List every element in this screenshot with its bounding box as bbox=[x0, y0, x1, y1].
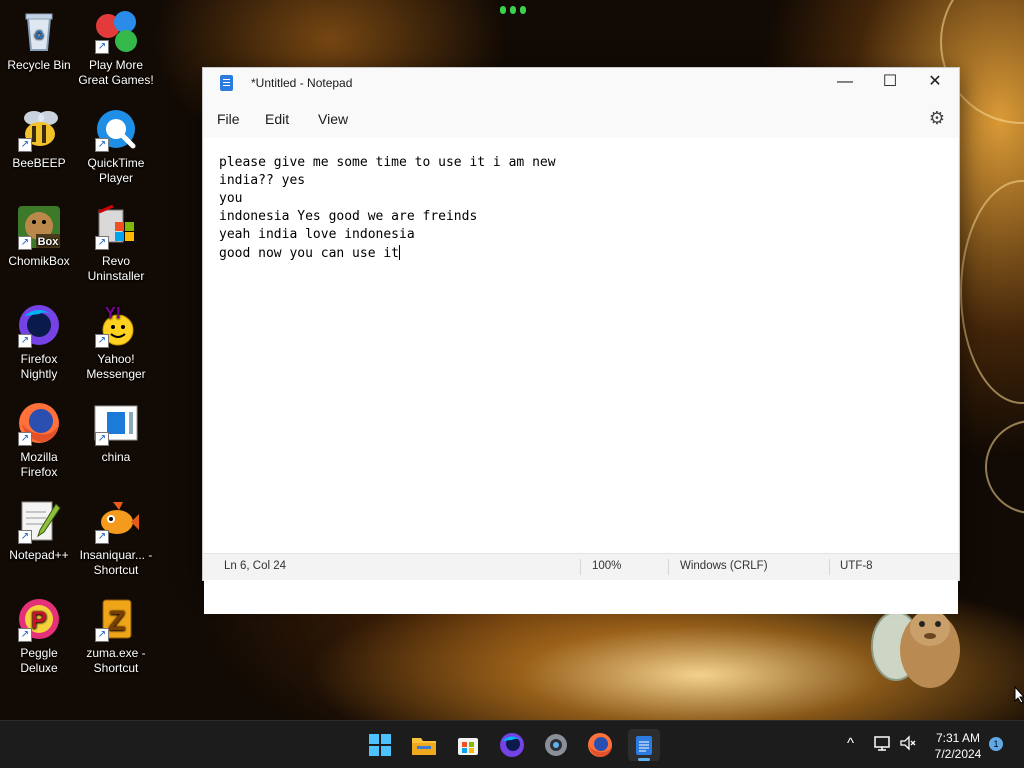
peggle-icon: P ↗ bbox=[16, 596, 62, 642]
svg-text:Box: Box bbox=[38, 236, 60, 248]
text-line: please give me some time to use it i am … bbox=[219, 155, 556, 170]
svg-text:♻: ♻ bbox=[34, 28, 45, 42]
wallpaper-glow bbox=[520, 6, 526, 14]
title-bar[interactable]: *Untitled - Notepad — ☐ ✕ bbox=[203, 68, 959, 98]
line-ending: Windows (CRLF) bbox=[680, 560, 768, 572]
desktop-icon-china[interactable]: ↗ china bbox=[78, 400, 154, 465]
close-button[interactable]: ✕ bbox=[912, 68, 958, 98]
wallpaper-swirl bbox=[960, 180, 1024, 404]
svg-text:Z: Z bbox=[108, 605, 125, 636]
text-line: good now you can use it bbox=[219, 246, 400, 261]
desktop-icon-insaniquarium[interactable]: ↗ Insaniquar... - Shortcut bbox=[78, 498, 154, 578]
text-line: you bbox=[219, 191, 243, 206]
desktop-icon-zuma[interactable]: Z ↗ zuma.exe - Shortcut bbox=[78, 596, 154, 676]
wallpaper-glow bbox=[510, 6, 516, 14]
firefox-icon[interactable] bbox=[584, 729, 616, 761]
shortcut-arrow-icon: ↗ bbox=[95, 40, 109, 54]
shortcut-arrow-icon: ↗ bbox=[18, 530, 32, 544]
zuma-icon: Z ↗ bbox=[93, 596, 139, 642]
desktop-icon-yahoo-messenger[interactable]: Y! ↗ Yahoo! Messenger bbox=[78, 302, 154, 382]
status-bar: Ln 6, Col 24 100% Windows (CRLF) UTF-8 bbox=[203, 553, 959, 580]
shortcut-arrow-icon: ↗ bbox=[18, 334, 32, 348]
start-icon[interactable] bbox=[364, 729, 396, 761]
desktop-icon-revo-uninstaller[interactable]: ↗ Revo Uninstaller bbox=[78, 204, 154, 284]
desktop-icon-quicktime[interactable]: ↗ QuickTime Player bbox=[78, 106, 154, 186]
firefox-icon: ↗ bbox=[16, 400, 62, 446]
notification-badge[interactable]: 1 bbox=[989, 737, 1003, 751]
cursor-position: Ln 6, Col 24 bbox=[224, 560, 287, 572]
zoom-level[interactable]: 100% bbox=[592, 560, 621, 572]
settings-gear-icon[interactable]: ⚙ bbox=[929, 108, 945, 129]
revo-uninstaller-icon: ↗ bbox=[93, 204, 139, 250]
notepad-icon bbox=[220, 75, 233, 91]
shortcut-arrow-icon: ↗ bbox=[18, 236, 32, 250]
wallpaper-glow bbox=[500, 6, 506, 14]
document-window-icon: ↗ bbox=[93, 400, 139, 446]
clock-time: 7:31 AM bbox=[935, 731, 981, 745]
text-line: yeah india love indonesia bbox=[219, 227, 415, 242]
shortcut-arrow-icon: ↗ bbox=[95, 530, 109, 544]
minimize-button[interactable]: — bbox=[822, 68, 868, 98]
desktop-icon-recycle-bin[interactable]: ♻ Recycle Bin bbox=[1, 8, 77, 73]
settings-icon[interactable] bbox=[540, 729, 572, 761]
status-divider bbox=[580, 559, 581, 575]
text-line-with-caret: good now you can use it bbox=[219, 245, 401, 261]
clock[interactable]: 7:31 AM 7/2/2024 bbox=[930, 730, 986, 762]
notepad-taskbar-icon[interactable] bbox=[628, 729, 660, 761]
desktop-icon-chomikbox[interactable]: Box ↗ ChomikBox bbox=[1, 204, 77, 269]
shortcut-arrow-icon: ↗ bbox=[95, 628, 109, 642]
svg-text:Y!: Y! bbox=[105, 305, 121, 322]
shortcut-arrow-icon: ↗ bbox=[95, 334, 109, 348]
notepadpp-icon: ↗ bbox=[16, 498, 62, 544]
shortcut-arrow-icon: ↗ bbox=[95, 236, 109, 250]
mouse-cursor-icon bbox=[1014, 686, 1024, 704]
volume-muted-icon[interactable] bbox=[899, 734, 917, 756]
menu-file[interactable]: File bbox=[217, 111, 240, 127]
fish-icon: ↗ bbox=[93, 498, 139, 544]
text-line: indonesia Yes good we are freinds bbox=[219, 209, 478, 224]
shortcut-arrow-icon: ↗ bbox=[18, 432, 32, 446]
clock-date: 7/2/2024 bbox=[934, 747, 982, 761]
status-divider bbox=[829, 559, 830, 575]
svg-text:P: P bbox=[31, 607, 47, 634]
shortcut-arrow-icon: ↗ bbox=[18, 138, 32, 152]
show-hidden-icons-chevron-icon[interactable]: ^ bbox=[847, 735, 854, 752]
desktop-icon-mozilla-firefox[interactable]: ↗ Mozilla Firefox bbox=[1, 400, 77, 480]
quicktime-icon: ↗ bbox=[93, 106, 139, 152]
desktop-icon-firefox-nightly[interactable]: ↗ Firefox Nightly bbox=[1, 302, 77, 382]
shortcut-arrow-icon: ↗ bbox=[95, 432, 109, 446]
wallpaper-swirl bbox=[985, 420, 1024, 514]
store-icon[interactable] bbox=[452, 729, 484, 761]
status-divider bbox=[668, 559, 669, 575]
yahoo-messenger-icon: Y! ↗ bbox=[93, 302, 139, 348]
firefox-nightly-icon: ↗ bbox=[16, 302, 62, 348]
text-caret bbox=[399, 245, 401, 260]
games-icon: ↗ bbox=[93, 8, 139, 54]
shortcut-arrow-icon: ↗ bbox=[95, 138, 109, 152]
menu-edit[interactable]: Edit bbox=[265, 111, 289, 127]
desktop-icon-notepadpp[interactable]: ↗ Notepad++ bbox=[1, 498, 77, 563]
firefox-nightly-icon[interactable] bbox=[496, 729, 528, 761]
desktop-icon-peggle[interactable]: P ↗ Peggle Deluxe bbox=[1, 596, 77, 676]
file-explorer-icon[interactable] bbox=[408, 729, 440, 761]
text-editor[interactable]: please give me some time to use it i am … bbox=[204, 138, 958, 614]
desktop-icon-play-more-games[interactable]: ↗ Play More Great Games! bbox=[78, 8, 154, 88]
encoding: UTF-8 bbox=[840, 560, 873, 572]
recycle-bin-icon: ♻ bbox=[16, 8, 62, 54]
menu-bar: File Edit View ⚙ bbox=[203, 102, 959, 134]
menu-view[interactable]: View bbox=[318, 111, 348, 127]
window-title: *Untitled - Notepad bbox=[251, 76, 353, 90]
hamster-icon: Box ↗ bbox=[16, 204, 62, 250]
desktop-icon-beebeep[interactable]: ↗ BeeBEEP bbox=[1, 106, 77, 171]
maximize-button[interactable]: ☐ bbox=[867, 68, 913, 98]
text-line: india?? yes bbox=[219, 173, 306, 188]
shortcut-arrow-icon: ↗ bbox=[18, 628, 32, 642]
taskbar: ^ 7:31 AM 7/2/2024 bbox=[0, 720, 1024, 768]
bee-icon: ↗ bbox=[16, 106, 62, 152]
network-icon[interactable] bbox=[873, 734, 891, 756]
notepad-window: *Untitled - Notepad — ☐ ✕ File Edit View… bbox=[202, 67, 960, 614]
